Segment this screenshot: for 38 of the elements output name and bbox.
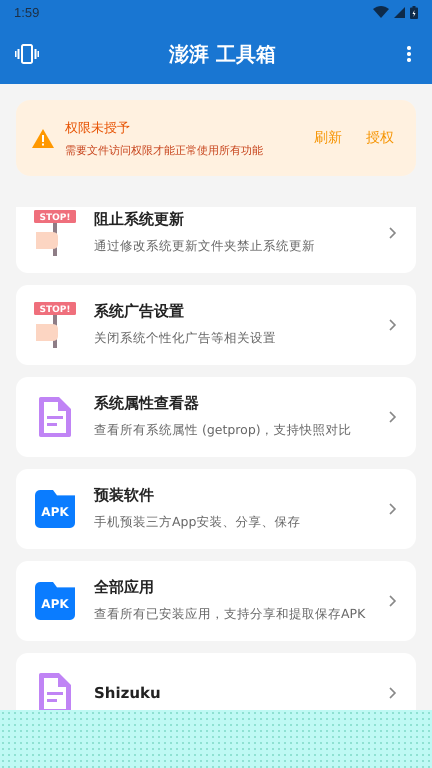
chevron-right-icon [389, 503, 396, 515]
tool-description: 手机预装三方App安装、分享、保存 [94, 512, 302, 531]
vibration-icon[interactable] [15, 44, 39, 64]
tool-card[interactable]: APK 预装软件 手机预装三方App安装、分享、保存 [16, 469, 416, 549]
apk-folder-icon: APK [35, 490, 75, 528]
more-options-icon[interactable] [406, 45, 412, 63]
document-icon [39, 397, 71, 437]
battery-icon [410, 6, 418, 18]
status-time: 1:59 [14, 4, 40, 20]
stop-sign-hand-drawing: STOP! [34, 210, 76, 256]
tool-title: 系统广告设置 [94, 302, 185, 320]
chevron-right-icon [389, 687, 396, 699]
tool-title: 阻止系统更新 [94, 210, 185, 228]
tool-title: 系统属性查看器 [94, 394, 200, 412]
tool-description: 关闭系统个性化广告等相关设置 [94, 328, 277, 346]
chevron-right-icon [389, 319, 396, 331]
warning-message: 需要文件访问权限才能正常使用所有功能 [65, 142, 264, 158]
tool-description: 查看所有已安装应用，支持分享和提取保存APK [94, 604, 366, 622]
tool-title: Shizuku [94, 684, 162, 702]
tool-description: 查看所有系统属性 (getprop)，支持快照对比 [94, 420, 353, 439]
warning-icon [32, 128, 54, 148]
tool-description: 通过修改系统更新文件夹禁止系统更新 [94, 236, 316, 254]
stop-sign-hand-drawing: STOP! [34, 302, 76, 348]
app-title: 澎湃 工具箱 [168, 40, 277, 68]
tool-card[interactable]: APK 全部应用 查看所有已安装应用，支持分享和提取保存APK [16, 561, 416, 641]
tool-title: 全部应用 [94, 578, 155, 596]
tool-card[interactable]: 系统属性查看器 查看所有系统属性 (getprop)，支持快照对比 [16, 377, 416, 457]
chevron-right-icon [389, 411, 396, 423]
wifi-icon [373, 6, 389, 18]
tool-card[interactable]: STOP! 阻止系统更新 通过修改系统更新文件夹禁止系统更新 [16, 207, 416, 273]
apk-folder-icon: APK [35, 582, 75, 620]
chevron-right-icon [389, 595, 396, 607]
signal-icon [394, 6, 405, 18]
tool-card[interactable]: STOP! 系统广告设置 关闭系统个性化广告等相关设置 [16, 285, 416, 365]
warning-title: 权限未授予 [65, 120, 131, 136]
chevron-right-icon [389, 227, 396, 239]
tool-title: 预装软件 [94, 486, 155, 504]
document-icon [39, 673, 71, 713]
